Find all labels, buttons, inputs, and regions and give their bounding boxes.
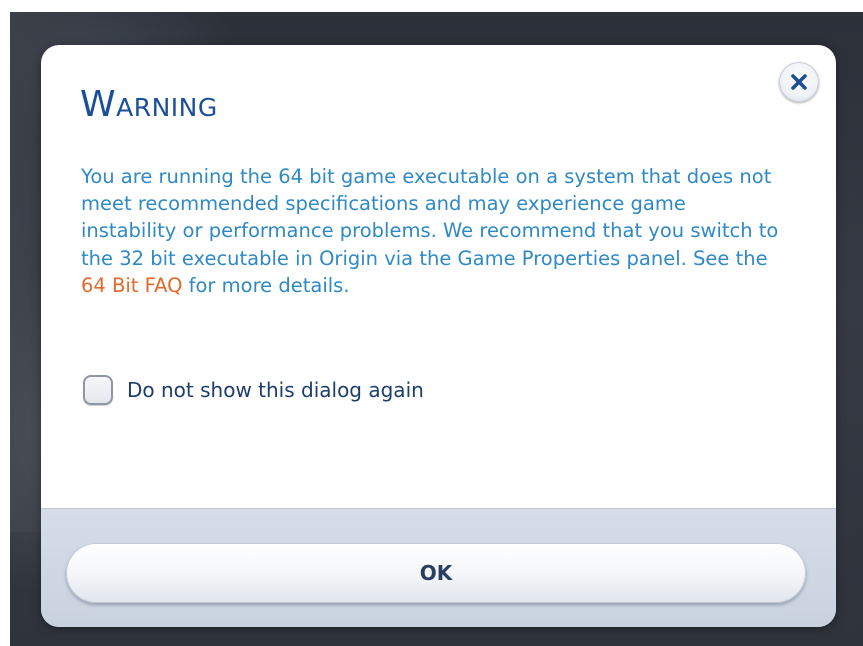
checkbox-label: Do not show this dialog again (127, 378, 424, 402)
message-text-end: for more details. (182, 273, 350, 297)
close-button[interactable] (779, 62, 819, 102)
ok-button-label: OK (419, 561, 453, 585)
dialog-title: Warning (80, 84, 218, 125)
dialog-message: You are running the 64 bit game executab… (81, 163, 781, 299)
dont-show-again-option[interactable]: Do not show this dialog again (83, 372, 424, 408)
dont-show-again-checkbox[interactable] (83, 375, 113, 405)
faq-link[interactable]: 64 Bit FAQ (81, 274, 182, 297)
warning-dialog: Warning You are running the 64 bit game … (41, 45, 836, 627)
close-icon (791, 74, 807, 90)
ok-button[interactable]: OK (66, 543, 806, 603)
message-text: You are running the 64 bit game executab… (81, 165, 779, 270)
